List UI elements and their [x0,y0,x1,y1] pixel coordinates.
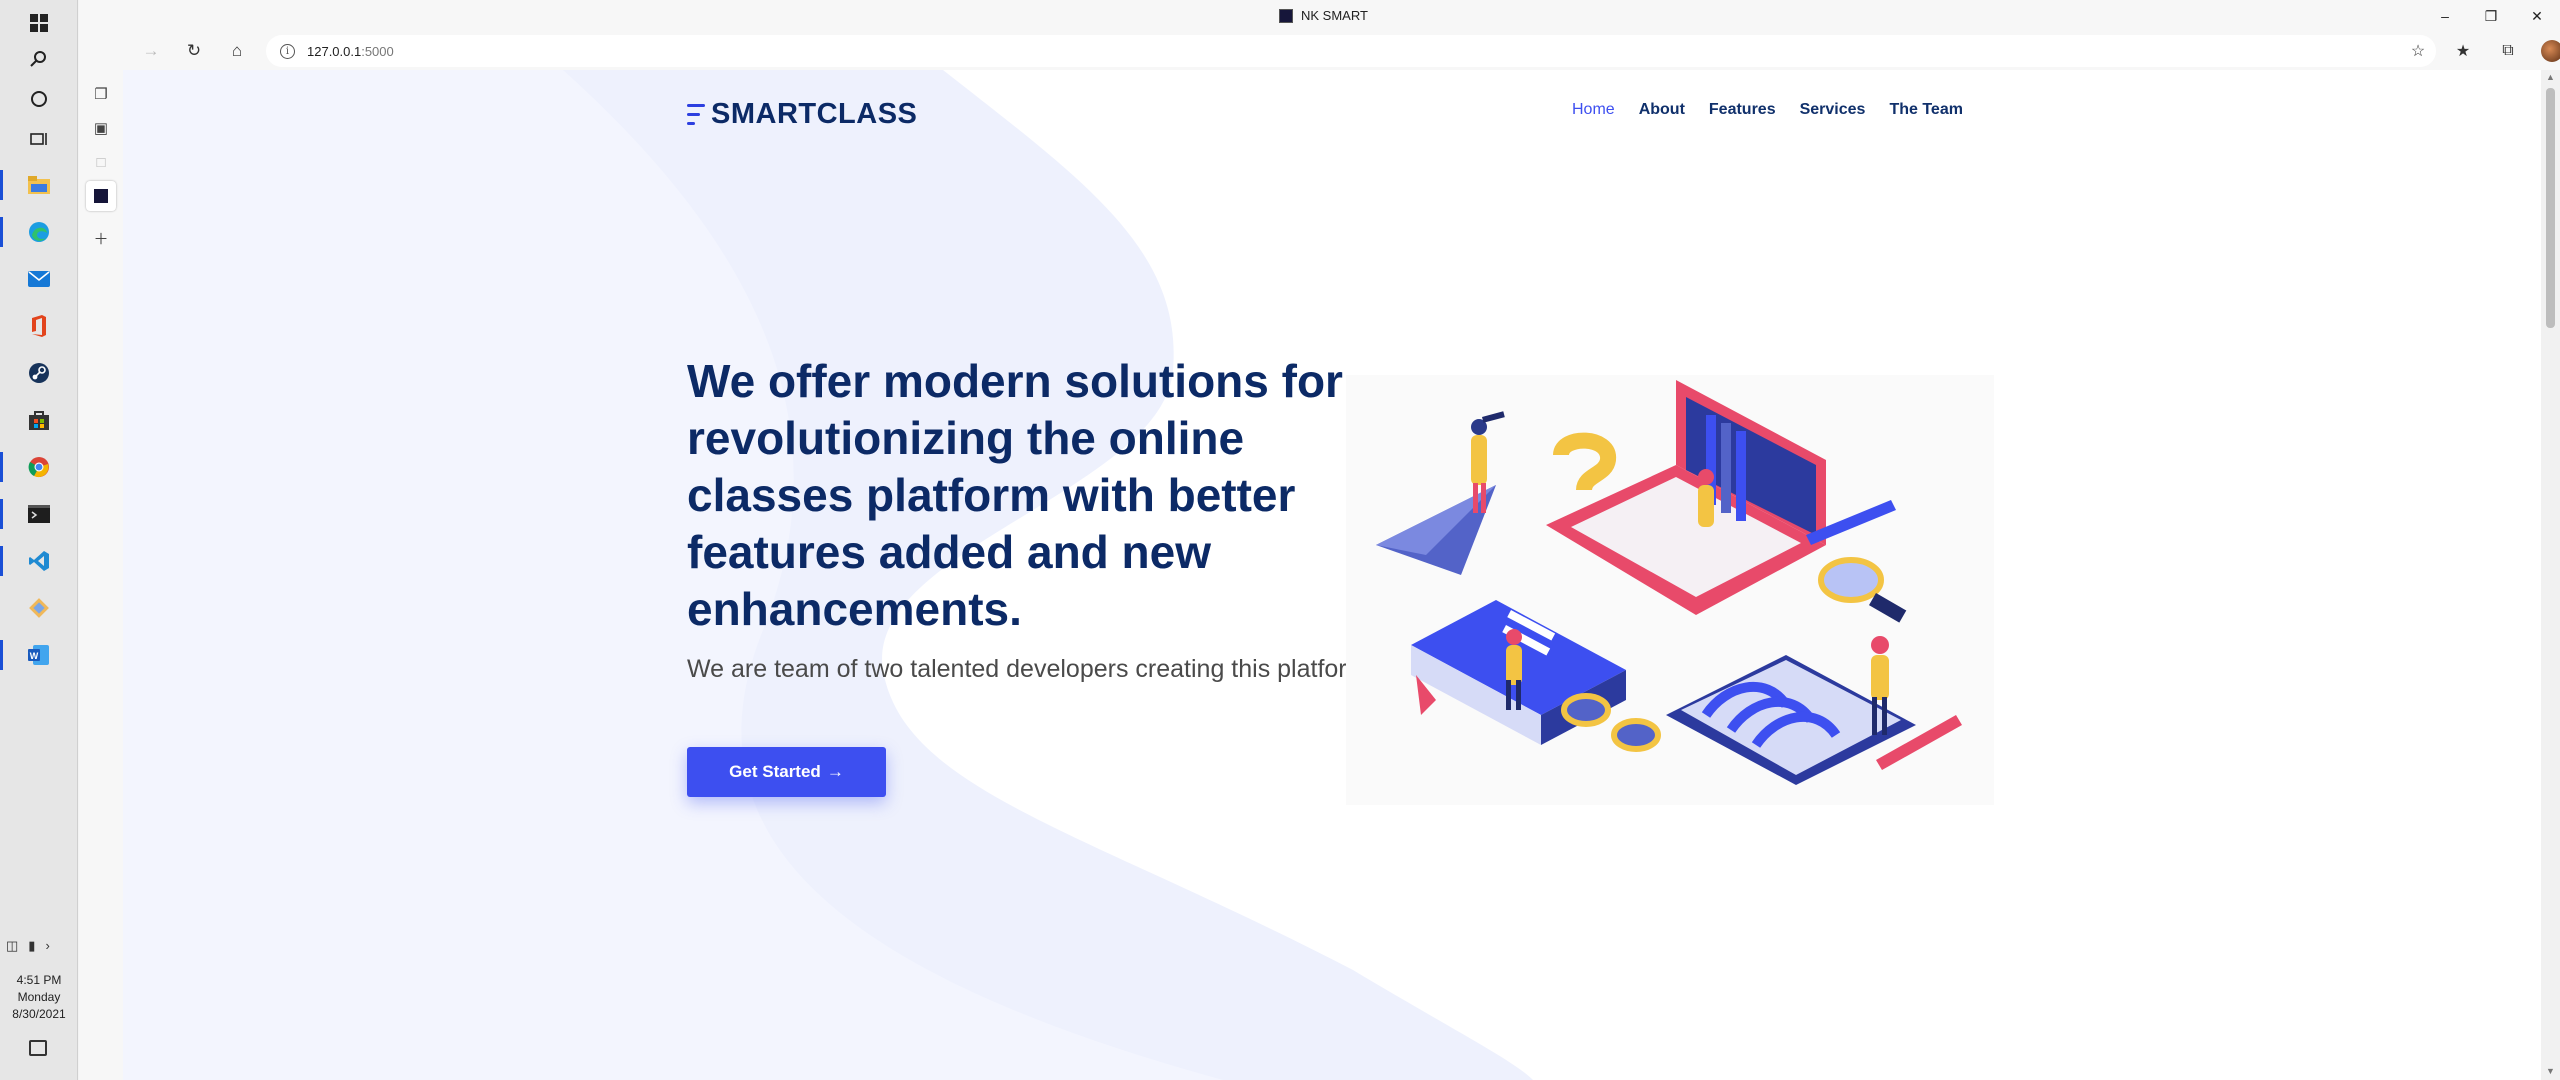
logo-icon [687,102,705,128]
nav-the-team[interactable]: The Team [1889,101,1963,119]
scrollbar-thumb[interactable] [2546,88,2555,328]
battery-icon[interactable]: ▮ [28,938,35,954]
network-icon[interactable]: ◫ [6,938,18,954]
window-title: NK SMART [1279,8,1368,23]
tab-current[interactable] [86,181,116,211]
edge-icon[interactable] [0,209,78,255]
browser-titlebar: NK SMART – ❐ ✕ [79,0,2560,32]
restore-button[interactable]: ❐ [2468,0,2514,32]
address-bar[interactable]: i 127.0.0.1:5000 [266,35,2436,67]
hero-subtitle: We are team of two talented developers c… [687,655,1375,683]
site-nav: Home About Features Services The Team [1572,101,1963,119]
get-started-button[interactable]: Get Started → [687,747,886,797]
page-scrollbar[interactable]: ▲ ▼ [2541,70,2560,1080]
favorites-icon[interactable]: ★ [2447,36,2479,66]
site-info-icon[interactable]: i [280,43,295,59]
logo-text: SMARTCLASS [711,98,918,130]
scroll-down-icon[interactable]: ▼ [2545,1066,2556,1077]
taskbar-clock[interactable]: 4:51 PM Monday 8/30/2021 [0,972,78,1023]
clock-date: 8/30/2021 [12,1007,66,1021]
tab-page-icon[interactable]: □ [86,147,116,177]
nav-features[interactable]: Features [1709,101,1776,119]
nav-home[interactable]: Home [1572,101,1615,119]
svg-text:W: W [30,651,39,661]
vertical-tab-strip: ❐ ▣ □ ＋ [79,32,123,1080]
tab-actions-icon[interactable]: ❐ [86,79,116,109]
store-icon[interactable] [0,397,78,443]
mail-icon[interactable] [0,256,78,302]
new-tab-icon[interactable]: ＋ [86,223,116,253]
refresh-icon[interactable]: ↻ [178,36,210,66]
minimize-button[interactable]: – [2422,0,2468,32]
tab-icon[interactable]: ▣ [86,113,116,143]
site-favicon-icon [1279,8,1293,23]
arrow-right-icon: → [826,762,844,781]
windows-taskbar: W ◫ ▮ › 4:51 PM Monday 8/30/2021 [0,0,78,1080]
steam-icon[interactable] [0,350,78,396]
notification-center-icon[interactable] [29,1040,47,1056]
hero-title: We offer modern solutions for revolution… [687,355,1343,635]
profile-avatar[interactable] [2536,36,2560,66]
tab-favicon-icon [94,189,108,203]
browser-toolbar: ← → ↻ ⌂ i 127.0.0.1:5000 ☆ ★ ⧉ ⋯ [79,32,2560,70]
terminal-icon[interactable] [0,491,78,537]
site-logo[interactable]: SMARTCLASS [687,98,917,131]
office-icon[interactable] [0,303,78,349]
system-tray: ◫ ▮ › [6,938,50,954]
nav-services[interactable]: Services [1800,101,1866,119]
vscode-icon[interactable] [0,538,78,584]
file-explorer-icon[interactable] [0,162,78,208]
window-title-text: NK SMART [1301,8,1368,23]
collections-icon[interactable]: ⧉ [2492,36,2524,66]
task-view-icon[interactable] [0,116,78,162]
page-viewport: SMARTCLASS Home About Features Services … [123,70,2541,1080]
url-port: :5000 [361,43,394,59]
hero-illustration [1346,375,1994,805]
chevron-right-icon[interactable]: › [45,938,49,954]
url-host: 127.0.0.1 [307,43,362,59]
chrome-icon[interactable] [0,444,78,490]
add-favorite-icon[interactable]: ☆ [2402,36,2434,66]
nav-about[interactable]: About [1639,101,1685,119]
word-icon[interactable]: W [0,632,78,678]
scroll-up-icon[interactable]: ▲ [2545,72,2556,83]
home-icon[interactable]: ⌂ [221,36,253,66]
clock-day: Monday [17,990,61,1004]
get-started-label: Get Started [729,762,821,781]
git-icon[interactable] [0,585,78,631]
clock-time: 4:51 PM [16,973,62,987]
forward-icon[interactable]: → [135,36,167,66]
close-button[interactable]: ✕ [2514,0,2560,32]
